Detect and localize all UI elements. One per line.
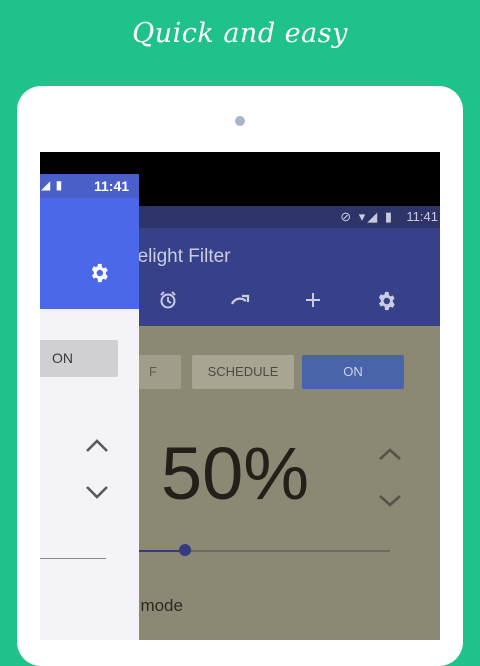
mode-schedule-button[interactable]: SCHEDULE — [192, 355, 294, 389]
status-icons: ⊘ ▾◢ ▮ — [340, 209, 394, 224]
gear-icon[interactable] — [88, 262, 110, 284]
status-bar: ▾◢ ▮ 11:41 — [40, 174, 139, 198]
status-icons: ▾◢ ▮ — [40, 178, 64, 192]
chevron-down-icon[interactable] — [377, 488, 403, 516]
chevron-down-icon[interactable] — [84, 484, 108, 504]
plus-icon[interactable] — [298, 290, 328, 316]
app-toolbar — [40, 198, 139, 309]
alarm-icon[interactable] — [153, 290, 183, 316]
mode-off-button[interactable]: F — [135, 355, 181, 389]
foreground-app-card[interactable]: ▾◢ ▮ 11:41 ON — [40, 174, 139, 640]
intensity-slider-track[interactable] — [135, 550, 390, 552]
filter-intensity-value: 50% — [161, 432, 310, 515]
app-toolbar: uelight Filter — [135, 228, 440, 326]
tablet-screen: ⊘ ▾◢ ▮ 11:41 uelight Filter F SCHEDULE O… — [40, 152, 440, 640]
gear-icon[interactable] — [371, 290, 401, 318]
status-time: 11:41 — [94, 178, 130, 194]
app-title: uelight Filter — [135, 246, 231, 267]
chevron-up-icon[interactable] — [84, 436, 108, 456]
mode-on-button[interactable]: ON — [302, 355, 404, 389]
tagline: Quick and easy — [132, 18, 348, 49]
status-time: 11:41 — [406, 209, 438, 224]
intensity-slider-thumb[interactable] — [179, 544, 191, 556]
divider-line — [40, 558, 106, 559]
mode-on-button[interactable]: ON — [40, 340, 118, 377]
redo-icon[interactable] — [225, 290, 255, 316]
background-app-card[interactable]: ⊘ ▾◢ ▮ 11:41 uelight Filter F SCHEDULE O… — [135, 206, 440, 640]
intensity-slider-fill — [135, 550, 185, 552]
mode-label: t mode — [135, 596, 183, 615]
camera-dot — [235, 116, 245, 126]
chevron-up-icon[interactable] — [377, 441, 403, 469]
status-bar: ⊘ ▾◢ ▮ 11:41 — [135, 206, 440, 228]
toolbar-actions — [135, 290, 440, 320]
